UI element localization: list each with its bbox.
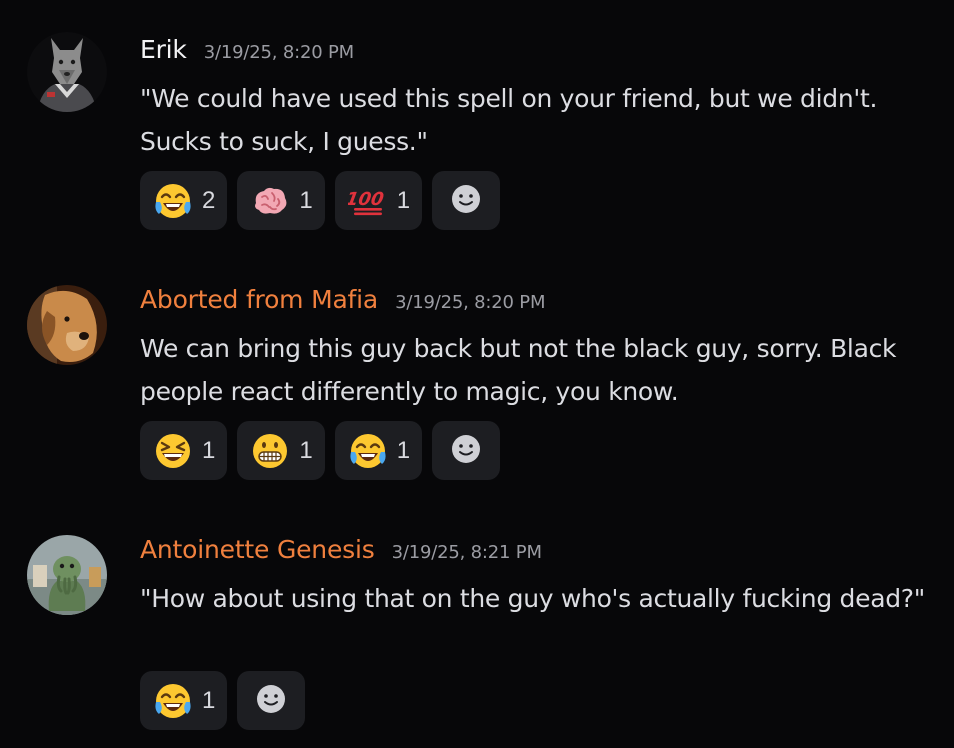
add-reaction-smiley-icon (449, 432, 483, 470)
message-timestamp: 3/19/25, 8:21 PM (391, 542, 542, 563)
werewolf-avatar[interactable] (27, 32, 107, 112)
reaction-count: 1 (396, 186, 411, 214)
reaction-hundred[interactable]: 100 1 (334, 171, 423, 230)
dog-avatar[interactable] (27, 285, 107, 365)
author-name[interactable]: Aborted from Mafia (140, 285, 378, 314)
reaction-count: 1 (299, 436, 313, 464)
reaction-count: 1 (396, 436, 411, 464)
joy-emoji-icon (152, 680, 194, 722)
add-reaction-button[interactable] (237, 671, 306, 730)
reaction-grimacing[interactable]: 1 (237, 421, 325, 480)
joy-emoji-icon (347, 430, 389, 472)
message-content: "How about using that on the guy who's a… (140, 584, 925, 613)
laughing-emoji-icon (152, 430, 194, 472)
reaction-count: 1 (299, 186, 313, 214)
reaction-joy[interactable]: 2 (140, 171, 228, 230)
reaction-bar: 1 (140, 671, 306, 730)
chat-message-list: Erik 3/19/25, 8:20 PM "We could have use… (0, 0, 954, 748)
brain-emoji-icon (249, 180, 291, 222)
add-reaction-button[interactable] (432, 421, 501, 480)
message-timestamp: 3/19/25, 8:20 PM (203, 42, 354, 63)
message-content: We can bring this guy back but not the b… (140, 334, 897, 406)
grimacing-emoji-icon (249, 430, 291, 472)
author-name[interactable]: Antoinette Genesis (140, 535, 375, 564)
add-reaction-button[interactable] (432, 171, 501, 230)
joy-emoji-icon (152, 180, 194, 222)
reaction-count: 2 (202, 186, 216, 214)
reaction-count: 1 (202, 686, 216, 714)
message-content: "We could have used this spell on your f… (140, 84, 878, 156)
reaction-brain[interactable]: 1 (237, 171, 325, 230)
reaction-laughing[interactable]: 1 (140, 421, 228, 480)
hundred-emoji-icon: 100 (347, 180, 389, 222)
svg-text:100: 100 (348, 189, 385, 210)
author-name[interactable]: Erik (140, 35, 187, 64)
reaction-bar: 1 1 1 (140, 421, 501, 480)
cthulhu-avatar[interactable] (27, 535, 107, 615)
add-reaction-smiley-icon (254, 682, 288, 720)
add-reaction-smiley-icon (449, 182, 483, 220)
message-timestamp: 3/19/25, 8:20 PM (395, 292, 546, 313)
reaction-joy[interactable]: 1 (140, 671, 228, 730)
reaction-count: 1 (202, 436, 216, 464)
reaction-bar: 2 1 100 1 (140, 171, 501, 230)
reaction-joy[interactable]: 1 (334, 421, 423, 480)
